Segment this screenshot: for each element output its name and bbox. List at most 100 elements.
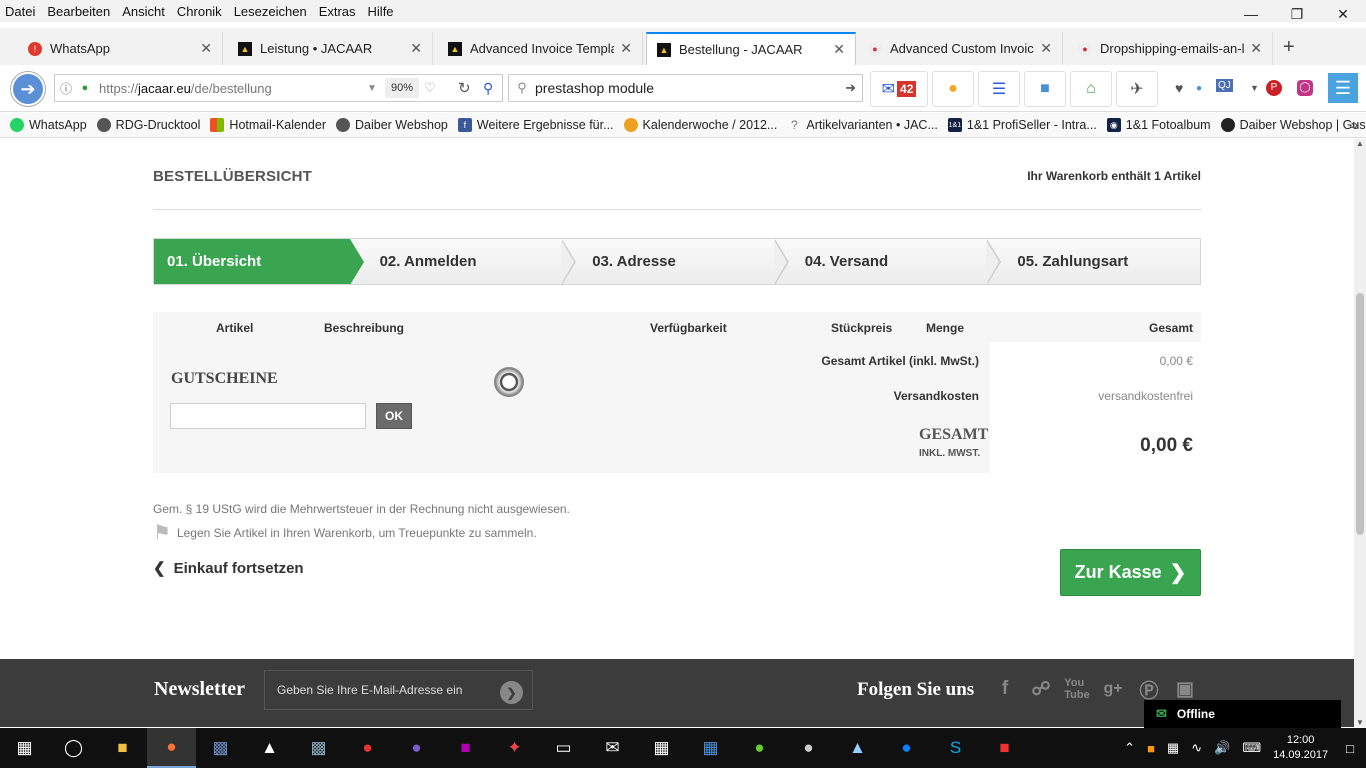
windows-start-icon[interactable]: ▦ xyxy=(0,728,49,768)
search-icon[interactable]: ⚲ xyxy=(483,80,493,97)
back-button[interactable]: ➔ xyxy=(10,71,46,107)
bookmark-item[interactable]: ◉ 1&1 Fotoalbum xyxy=(1106,118,1211,132)
cortana-icon[interactable]: ◯ xyxy=(49,728,98,768)
youtube-icon[interactable]: You Tube xyxy=(1064,677,1089,701)
dot-icon[interactable]: ● xyxy=(1196,83,1202,94)
list-icon[interactable]: ☰ xyxy=(978,71,1020,107)
instagram-icon[interactable]: ◯ xyxy=(1297,80,1313,96)
step-zahlungsart[interactable]: 05. Zahlungsart xyxy=(987,239,1200,284)
photos-icon[interactable]: ▲ xyxy=(245,728,294,768)
arrow-right-icon[interactable]: ➜ xyxy=(845,80,856,96)
close-icon[interactable]: ✕ xyxy=(1040,40,1052,57)
pdf-icon[interactable]: ■ xyxy=(980,728,1029,768)
bookmark-item[interactable]: Daiber Webshop | Gus... xyxy=(1220,118,1366,132)
menu-extras[interactable]: Extras xyxy=(313,4,362,19)
continue-shopping-link[interactable]: ❮ Einkauf fortsetzen xyxy=(153,559,304,578)
step-anmelden[interactable]: 02. Anmelden xyxy=(350,239,577,285)
tab-custom-invoice[interactable]: ● Advanced Custom Invoice, D ✕ xyxy=(858,32,1063,65)
minimize-icon[interactable]: — xyxy=(1228,0,1274,28)
firefox-icon[interactable]: ● xyxy=(147,728,196,768)
bookmark-item[interactable]: ? Artikelvarianten • JAC... xyxy=(787,118,938,132)
url-text[interactable]: https://jacaar.eu/de/bestellung xyxy=(99,81,349,96)
twitter-icon[interactable]: ☍ xyxy=(1030,677,1052,701)
app-tray-icon[interactable]: ▦ xyxy=(1167,740,1179,756)
pocket-button-icon[interactable]: ♥ xyxy=(1175,80,1183,96)
tab-leistung[interactable]: ▲ Leistung • JACAAR ✕ xyxy=(228,32,433,65)
bookmark-item[interactable]: Kalenderwoche / 2012... xyxy=(623,118,777,132)
restore-icon[interactable]: ❐ xyxy=(1274,0,1320,28)
googleplus-icon[interactable]: g+ xyxy=(1102,677,1124,701)
app-icon[interactable]: ■ xyxy=(441,728,490,768)
mail-button[interactable]: ✉ 42 xyxy=(870,71,928,107)
folder-icon[interactable]: ■ xyxy=(98,728,147,768)
tab-dropshipping[interactable]: ● Dropshipping-emails-an-lief ✕ xyxy=(1068,32,1273,65)
step-adresse[interactable]: 03. Adresse xyxy=(562,239,789,285)
scroll-up-icon[interactable]: ▲ xyxy=(1356,139,1364,148)
tab-bestellung[interactable]: ▲ Bestellung - JACAAR ✕ xyxy=(646,32,856,65)
app-icon[interactable]: ▩ xyxy=(294,728,343,768)
menu-hilfe[interactable]: Hilfe xyxy=(362,4,400,19)
menu-icon[interactable]: ☰ xyxy=(1328,73,1358,103)
pocket-icon[interactable]: ♡ xyxy=(424,80,436,96)
bookmark-item[interactable]: Daiber Webshop xyxy=(336,118,448,132)
calendar-icon[interactable]: ▦ xyxy=(686,728,735,768)
devices-icon[interactable]: ▭ xyxy=(539,728,588,768)
bookmark-item[interactable]: Hotmail-Kalender xyxy=(210,118,326,132)
contacts-icon[interactable]: ■ xyxy=(1024,71,1066,107)
clock[interactable]: 12:00 14.09.2017 xyxy=(1273,733,1328,763)
close-icon[interactable]: ✕ xyxy=(410,40,422,57)
qj-icon[interactable]: QJ xyxy=(1216,79,1233,92)
keyboard-icon[interactable]: ⌨ xyxy=(1242,740,1261,756)
search-input[interactable]: prestashop module xyxy=(535,80,654,96)
step-uebersicht[interactable]: 01. Übersicht xyxy=(154,239,364,285)
app-icon[interactable]: ✦ xyxy=(490,728,539,768)
coupon-input[interactable] xyxy=(170,403,366,429)
url-bar[interactable]: ⓘ ● https://jacaar.eu/de/bestellung ▼ 90… xyxy=(54,74,503,102)
close-window-icon[interactable]: ✕ xyxy=(1320,0,1366,28)
wifi-icon[interactable]: ∿ xyxy=(1191,740,1202,756)
lightbulb-icon[interactable]: ● xyxy=(932,71,974,107)
mail-icon[interactable]: ✉ xyxy=(588,728,637,768)
scrollbar-thumb[interactable] xyxy=(1356,293,1364,535)
app-icon[interactable]: ● xyxy=(392,728,441,768)
menu-chronik[interactable]: Chronik xyxy=(171,4,228,19)
close-icon[interactable]: ✕ xyxy=(200,40,212,57)
menu-lesezeichen[interactable]: Lesezeichen xyxy=(228,4,313,19)
newsletter-submit-icon[interactable]: ❯ xyxy=(500,681,523,704)
chat-status-widget[interactable]: ✉ Offline xyxy=(1144,700,1341,728)
app-tray-icon[interactable]: ■ xyxy=(1147,741,1155,756)
checkout-button[interactable]: Zur Kasse ❯ xyxy=(1060,549,1201,596)
bookmark-item[interactable]: f Weitere Ergebnisse für... xyxy=(457,118,614,132)
bookmark-item[interactable]: 1&1 1&1 ProfiSeller - Intra... xyxy=(947,118,1097,132)
close-icon[interactable]: ✕ xyxy=(620,40,632,57)
menu-ansicht[interactable]: Ansicht xyxy=(116,4,171,19)
frog-icon[interactable]: ● xyxy=(735,728,784,768)
notification-icon[interactable]: □ xyxy=(1346,741,1354,756)
more-bookmarks-icon[interactable]: » xyxy=(1351,117,1358,132)
app-icon[interactable]: ▩ xyxy=(196,728,245,768)
menu-datei[interactable]: Datei xyxy=(0,4,41,19)
step-versand[interactable]: 04. Versand xyxy=(775,239,1002,285)
chevron-down-icon[interactable]: ▼ xyxy=(1250,83,1259,93)
scroll-down-icon[interactable]: ▼ xyxy=(1356,718,1364,727)
bookmark-item[interactable]: RDG-Drucktool xyxy=(96,118,200,132)
new-tab-icon[interactable]: + xyxy=(1283,36,1295,59)
app-icon[interactable]: ▲ xyxy=(833,728,882,768)
close-icon[interactable]: ✕ xyxy=(1250,40,1262,57)
page-scrollbar[interactable]: ▲ ▼ xyxy=(1354,139,1366,727)
reload-icon[interactable]: ↻ xyxy=(458,79,471,97)
facebook-icon[interactable]: f xyxy=(994,677,1016,701)
pinterest-icon[interactable]: P xyxy=(1266,80,1282,96)
instagram-icon[interactable]: ▣ xyxy=(1174,677,1196,701)
messenger-icon[interactable]: ● xyxy=(882,728,931,768)
skype-icon[interactable]: S xyxy=(931,728,980,768)
zoom-level[interactable]: 90% xyxy=(385,78,419,98)
info-icon[interactable]: ⓘ xyxy=(55,80,77,97)
app-icon[interactable]: ● xyxy=(343,728,392,768)
pinterest-icon[interactable]: Ⓟ xyxy=(1138,677,1160,702)
menu-bearbeiten[interactable]: Bearbeiten xyxy=(41,4,116,19)
volume-icon[interactable]: 🔊 xyxy=(1214,740,1230,756)
tab-whatsapp[interactable]: ! WhatsApp ✕ xyxy=(18,32,223,65)
coupon-ok-button[interactable]: OK xyxy=(376,403,412,429)
newsletter-email-input[interactable]: Geben Sie Ihre E-Mail-Adresse ein xyxy=(264,670,533,710)
